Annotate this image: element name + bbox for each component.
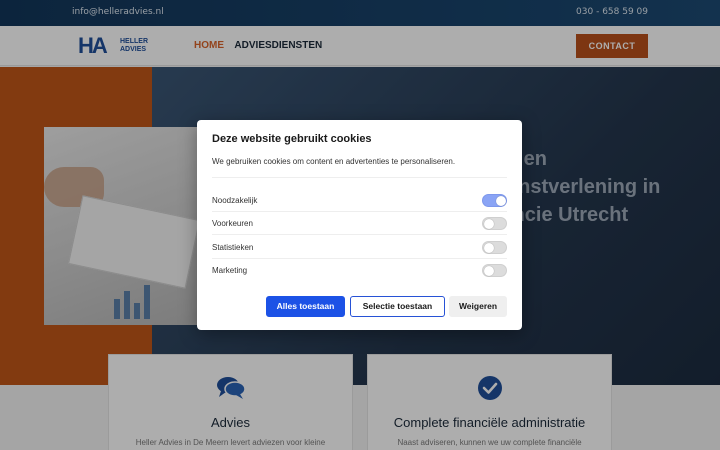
cookie-consent-dialog: Deze website gebruikt cookies We gebruik… <box>197 120 522 330</box>
cookie-option-marketing: Marketing <box>212 259 507 282</box>
cookie-dialog-description: We gebruiken cookies om content en adver… <box>212 157 456 166</box>
cookie-option-label: Voorkeuren <box>212 219 253 228</box>
cookie-option-label: Marketing <box>212 266 248 275</box>
allow-selection-button[interactable]: Selectie toestaan <box>350 296 445 317</box>
toggle-marketing[interactable] <box>482 264 507 277</box>
toggle-voorkeuren[interactable] <box>482 217 507 230</box>
deny-button[interactable]: Weigeren <box>449 296 507 317</box>
cookie-option-label: Noodzakelijk <box>212 196 258 205</box>
divider <box>212 177 507 178</box>
cookie-option-noodzakelijk: Noodzakelijk <box>212 189 507 212</box>
cookie-dialog-title: Deze website gebruikt cookies <box>212 133 372 145</box>
allow-all-button[interactable]: Alles toestaan <box>266 296 345 317</box>
toggle-statistieken[interactable] <box>482 241 507 254</box>
toggle-noodzakelijk[interactable] <box>482 194 507 207</box>
cookie-option-statistieken: Statistieken <box>212 236 507 259</box>
cookie-option-voorkeuren: Voorkeuren <box>212 212 507 235</box>
cookie-option-label: Statistieken <box>212 243 254 252</box>
